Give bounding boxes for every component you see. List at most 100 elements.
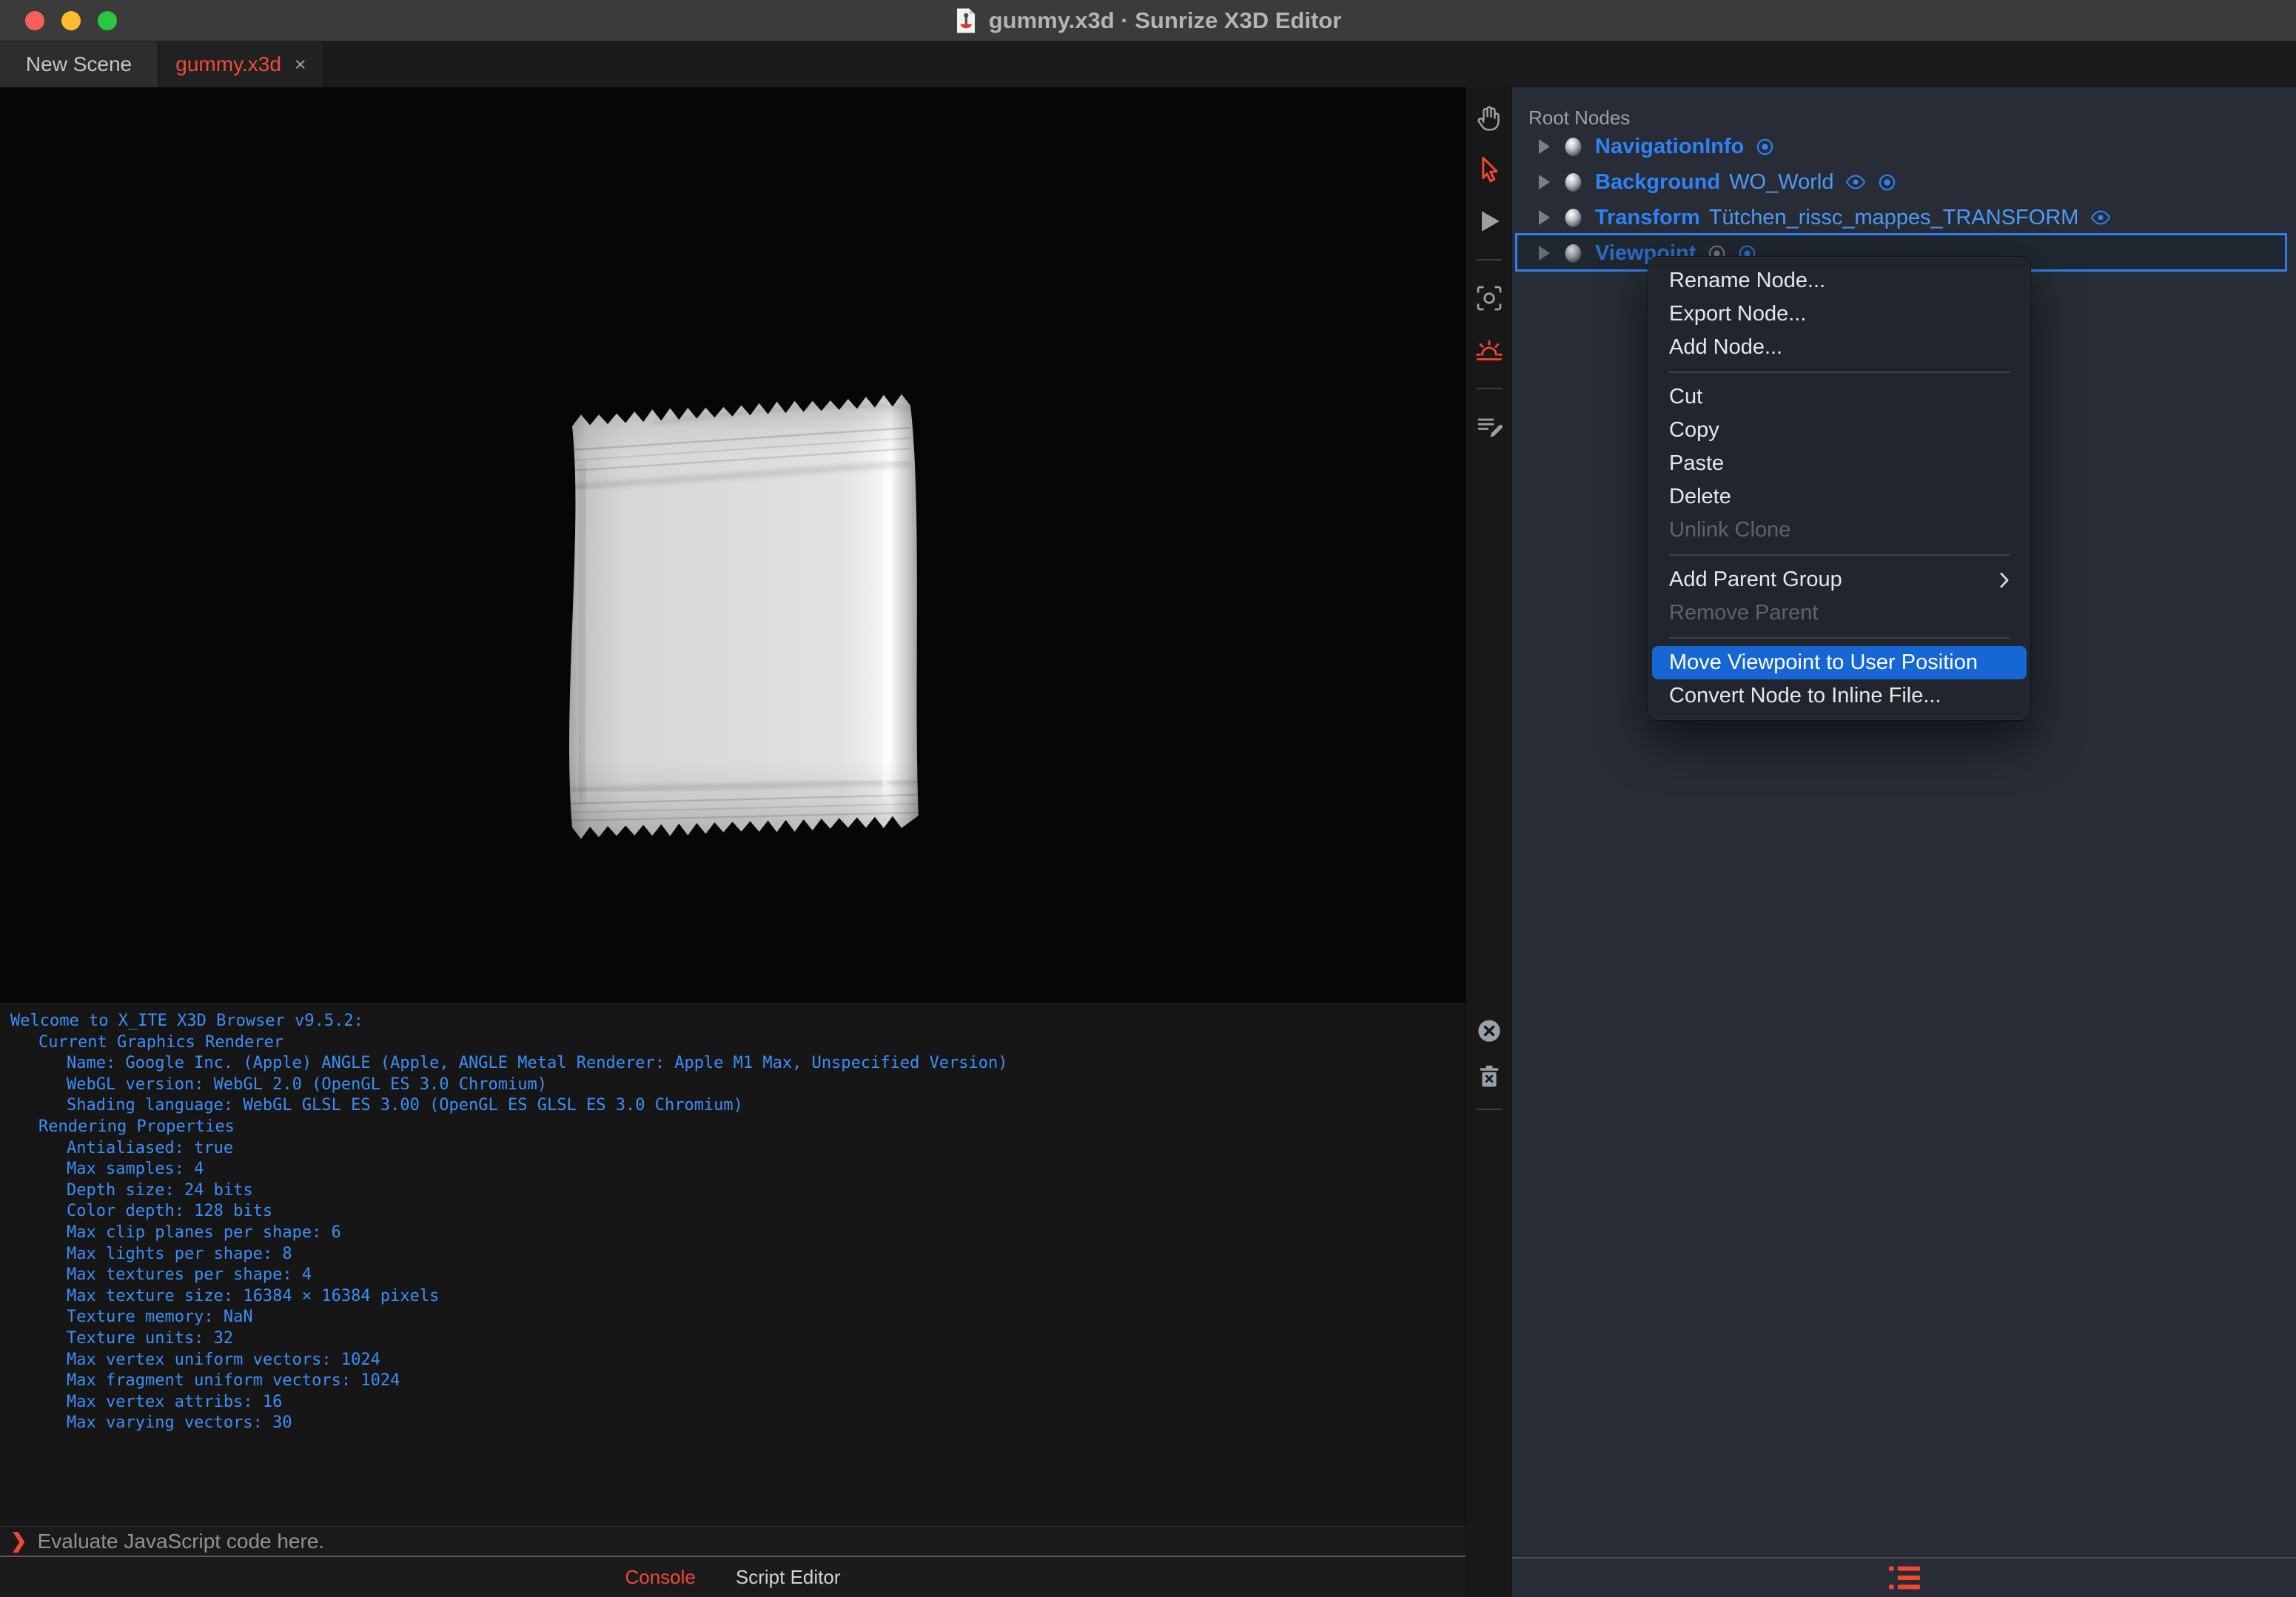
- console-line: Max textures per shape: 4: [67, 1265, 312, 1285]
- menu-item-export-node[interactable]: Export Node...: [1648, 297, 2030, 331]
- node-type-label: Transform: [1595, 205, 1700, 229]
- menu-separator: [1669, 637, 2010, 639]
- window-title: gummy.x3d · Sunrize X3D Editor: [988, 7, 1342, 33]
- console-line: Antialiased: true: [67, 1138, 234, 1157]
- console-tab-script-editor[interactable]: Script Editor: [736, 1566, 841, 1589]
- outline-node-transform[interactable]: Transform Tütchen_rissc_mappes_TRANSFORM: [1512, 200, 2296, 235]
- play-icon[interactable]: [1472, 204, 1506, 238]
- disclosure-triangle-icon[interactable]: [1539, 246, 1550, 260]
- traffic-light-close-button[interactable]: [25, 11, 44, 30]
- outline-node-background[interactable]: Background WO_World: [1512, 164, 2296, 200]
- viewport-3d[interactable]: [0, 87, 1466, 1003]
- disclosure-triangle-icon[interactable]: [1539, 210, 1550, 225]
- menu-separator: [1669, 371, 2010, 373]
- package-3d-render: [569, 394, 919, 839]
- menu-item-label: Cut: [1669, 385, 1703, 409]
- console-line: Depth size: 24 bits: [67, 1180, 253, 1200]
- disclosure-triangle-icon[interactable]: [1539, 139, 1550, 154]
- menu-item-label: Export Node...: [1669, 302, 1807, 326]
- menu-item-label: Add Parent Group: [1669, 568, 1842, 591]
- menu-item-label: Add Node...: [1669, 335, 1783, 359]
- outline-header: Root Nodes: [1528, 107, 1631, 129]
- console-line: Max vertex attribs: 16: [67, 1392, 283, 1411]
- console-line: Color depth: 128 bits: [67, 1202, 273, 1221]
- menu-item-label: Delete: [1669, 485, 1731, 508]
- context-menu: Rename Node... Export Node... Add Node... C…: [1648, 256, 2031, 721]
- menu-item-label: Remove Parent: [1669, 601, 1819, 625]
- hand-tool-icon[interactable]: [1472, 101, 1506, 135]
- console-line: Texture units: 32: [67, 1328, 234, 1348]
- eye-icon[interactable]: [2090, 209, 2111, 226]
- menu-item-copy[interactable]: Copy: [1648, 414, 2030, 447]
- outline-node-navigationinfo[interactable]: NavigationInfo: [1512, 129, 2296, 164]
- node-type-label: NavigationInfo: [1595, 134, 1745, 158]
- console-line: Rendering Properties: [38, 1117, 235, 1136]
- bind-target-icon[interactable]: [1756, 138, 1774, 156]
- window-controls: [25, 0, 117, 41]
- prompt-chevron-icon: ❯: [10, 1530, 27, 1552]
- console-line: Texture memory: NaN: [67, 1308, 253, 1327]
- sunrise-light-icon[interactable]: [1472, 333, 1506, 367]
- menu-item-move-viewpoint-to-user-position[interactable]: Move Viewpoint to User Position: [1652, 646, 2027, 679]
- submenu-arrow-icon: [1999, 571, 2010, 589]
- menu-item-label: Paste: [1669, 451, 1725, 475]
- bind-target-icon[interactable]: [1878, 173, 1896, 192]
- console-line: Max varying vectors: 30: [67, 1413, 292, 1433]
- node-def-name: Tütchen_rissc_mappes_TRANSFORM: [1708, 205, 2079, 229]
- console-line: Shading language: WebGL GLSL ES 3.00 (Op…: [67, 1096, 743, 1115]
- node-type-label: Background: [1595, 169, 1721, 194]
- tab-label: gummy.x3d: [175, 53, 281, 75]
- trash-icon[interactable]: [1472, 1060, 1506, 1094]
- tab-close-icon[interactable]: ×: [295, 54, 306, 75]
- titlebar: gummy.x3d · Sunrize X3D Editor: [0, 0, 2296, 41]
- eye-icon[interactable]: [1845, 174, 1866, 190]
- select-arrow-icon[interactable]: [1472, 152, 1506, 186]
- console-line: Max vertex uniform vectors: 1024: [67, 1350, 380, 1369]
- document-icon: [955, 7, 977, 34]
- menu-item-rename-node[interactable]: Rename Node...: [1648, 264, 2030, 297]
- toolbar-separator: [1477, 1109, 1502, 1110]
- console-line: Max fragment uniform vectors: 1024: [67, 1371, 400, 1391]
- node-sphere-icon: [1563, 137, 1583, 157]
- console-tab-console[interactable]: Console: [625, 1566, 695, 1589]
- menu-item-add-node[interactable]: Add Node...: [1648, 331, 2030, 364]
- console-input[interactable]: [37, 1529, 1466, 1553]
- script-editor-icon[interactable]: [1472, 410, 1506, 444]
- tab-new-scene[interactable]: New Scene: [0, 41, 158, 87]
- toolbar-separator: [1476, 259, 1502, 260]
- console-line: Max lights per shape: 8: [67, 1244, 292, 1263]
- tab-gummy-x3d[interactable]: gummy.x3d ×: [158, 41, 324, 87]
- outline-list-icon[interactable]: [1888, 1565, 1920, 1590]
- console-line: Max samples: 4: [67, 1160, 204, 1179]
- menu-item-paste[interactable]: Paste: [1648, 447, 2030, 480]
- disclosure-triangle-icon[interactable]: [1539, 175, 1550, 189]
- menu-item-label: Convert Node to Inline File...: [1669, 684, 1941, 707]
- console-line: Max texture size: 16384 × 16384 pixels: [67, 1286, 440, 1305]
- menu-separator: [1669, 554, 2010, 556]
- menu-item-convert-node-to-inline-file[interactable]: Convert Node to Inline File...: [1648, 679, 2030, 713]
- close-circle-icon[interactable]: [1472, 1014, 1506, 1048]
- menu-item-label: Unlink Clone: [1669, 518, 1791, 542]
- menu-item-label: Move Viewpoint to User Position: [1669, 650, 1978, 674]
- console-line: WebGL version: WebGL 2.0 (OpenGL ES 3.0 …: [67, 1075, 548, 1094]
- console-log[interactable]: Welcome to X_ITE X3D Browser v9.5.2: Curr…: [0, 1003, 1466, 1526]
- console-line: Welcome to X_ITE X3D Browser v9.5.2:: [10, 1012, 363, 1030]
- tab-bar: New Scene gummy.x3d ×: [0, 41, 2296, 87]
- menu-item-add-parent-group[interactable]: Add Parent Group: [1648, 563, 2030, 596]
- center-viewpoint-icon[interactable]: [1472, 281, 1506, 315]
- traffic-light-zoom-button[interactable]: [98, 11, 117, 30]
- outline-footer-bar: [1512, 1557, 2296, 1597]
- menu-item-delete[interactable]: Delete: [1648, 480, 2030, 514]
- console-line: Current Graphics Renderer: [38, 1032, 284, 1052]
- node-sphere-icon: [1563, 243, 1583, 263]
- side-toolbar: [1466, 87, 1511, 1597]
- console-input-row: ❯: [0, 1526, 1466, 1557]
- console-line: Name: Google Inc. (Apple) ANGLE (Apple, …: [67, 1054, 1008, 1073]
- node-sphere-icon: [1563, 172, 1583, 192]
- console-tab-bar: Console Script Editor: [0, 1557, 1466, 1597]
- window-title-group: gummy.x3d · Sunrize X3D Editor: [955, 7, 1342, 34]
- traffic-light-minimize-button[interactable]: [61, 11, 81, 30]
- menu-item-label: Copy: [1669, 418, 1719, 442]
- node-sphere-icon: [1563, 208, 1583, 228]
- menu-item-cut[interactable]: Cut: [1648, 380, 2030, 414]
